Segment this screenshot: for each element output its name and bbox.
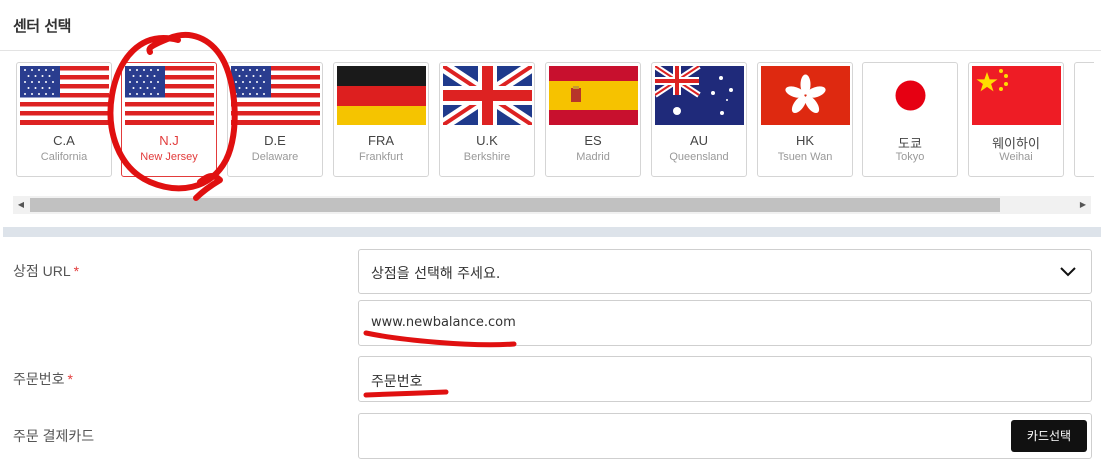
center-city: Madrid: [576, 151, 610, 163]
center-card-california[interactable]: C.A California: [16, 62, 112, 177]
center-card-frankfurt[interactable]: FRA Frankfurt: [333, 62, 429, 177]
horizontal-scrollbar[interactable]: ◀ ▶: [13, 196, 1091, 214]
order-number-label: 주문번호 *: [13, 369, 73, 389]
center-card-berkshire[interactable]: U.K Berkshire: [439, 62, 535, 177]
center-card-weihai[interactable]: 웨이하이 Weihai: [968, 62, 1064, 177]
center-card-partial[interactable]: [1074, 62, 1094, 177]
center-card-madrid[interactable]: ES Madrid: [545, 62, 641, 177]
chevron-down-icon: [1060, 267, 1076, 277]
center-city: California: [40, 151, 88, 163]
center-city: Tokyo: [895, 151, 925, 163]
shop-select-value: 상점을 선택해 주세요.: [371, 266, 501, 282]
uk-flag-icon: [443, 66, 532, 125]
shop-url-value: www.newbalance.com: [371, 315, 516, 330]
center-code: U.K: [476, 133, 498, 148]
center-card-queensland[interactable]: AU Queensland: [651, 62, 747, 177]
center-code: FRA: [368, 133, 394, 148]
select-card-button[interactable]: 카드선택: [1011, 420, 1087, 452]
order-number-label-text: 주문번호: [13, 371, 65, 387]
scroll-thumb[interactable]: [30, 198, 1000, 212]
center-city: Weihai: [999, 151, 1033, 163]
center-code: HK: [795, 133, 815, 148]
required-mark: *: [67, 371, 73, 387]
center-code: C.A: [53, 133, 75, 148]
payment-card-input[interactable]: 카드선택: [358, 413, 1092, 459]
center-code: ES: [584, 133, 602, 148]
center-city: Berkshire: [463, 151, 511, 163]
spain-flag-icon: [549, 66, 638, 125]
center-city: New Jersey: [140, 151, 198, 163]
required-mark: *: [73, 263, 80, 279]
us-flag-icon: [231, 66, 320, 125]
scroll-right-arrow-icon[interactable]: ▶: [1075, 196, 1091, 214]
us-flag-icon: [20, 66, 109, 125]
center-card-new-jersey[interactable]: N.J New Jersey: [121, 62, 217, 177]
japan-flag-icon: [866, 66, 955, 125]
scroll-left-arrow-icon[interactable]: ◀: [13, 196, 29, 214]
shop-url-label: 상점 URL *: [13, 261, 79, 281]
center-code: N.J: [159, 133, 179, 148]
center-card-list: C.A California N.J New Jersey D.E Delawa…: [16, 62, 1094, 178]
china-flag-icon: [972, 66, 1061, 125]
payment-card-label: 주문 결제카드: [13, 428, 95, 444]
center-city: Delaware: [251, 151, 299, 163]
section-divider: [3, 227, 1101, 237]
center-card-delaware[interactable]: D.E Delaware: [227, 62, 323, 177]
us-flag-icon: [125, 66, 214, 125]
center-city: Frankfurt: [358, 151, 403, 163]
title-divider: [0, 50, 1101, 51]
center-code: D.E: [264, 133, 286, 148]
shop-url-label-text: 상점 URL: [13, 263, 71, 279]
center-code: 도쿄: [898, 136, 922, 151]
center-city: Tsuen Wan: [777, 151, 833, 163]
center-code: 웨이하이: [992, 136, 1040, 151]
section-title: 센터 선택: [13, 17, 71, 35]
germany-flag-icon: [337, 66, 426, 125]
center-card-tokyo[interactable]: 도쿄 Tokyo: [862, 62, 958, 177]
hong-kong-flag-icon: [761, 66, 850, 125]
center-code: AU: [689, 133, 709, 148]
order-number-value: 주문번호: [371, 374, 423, 390]
shop-url-input[interactable]: www.newbalance.com: [358, 300, 1092, 346]
order-number-input[interactable]: 주문번호: [358, 356, 1092, 402]
center-city: Queensland: [669, 151, 729, 163]
center-card-tsuen-wan[interactable]: HK Tsuen Wan: [757, 62, 853, 177]
australia-flag-icon: [655, 66, 744, 125]
shop-select[interactable]: 상점을 선택해 주세요.: [358, 249, 1092, 294]
